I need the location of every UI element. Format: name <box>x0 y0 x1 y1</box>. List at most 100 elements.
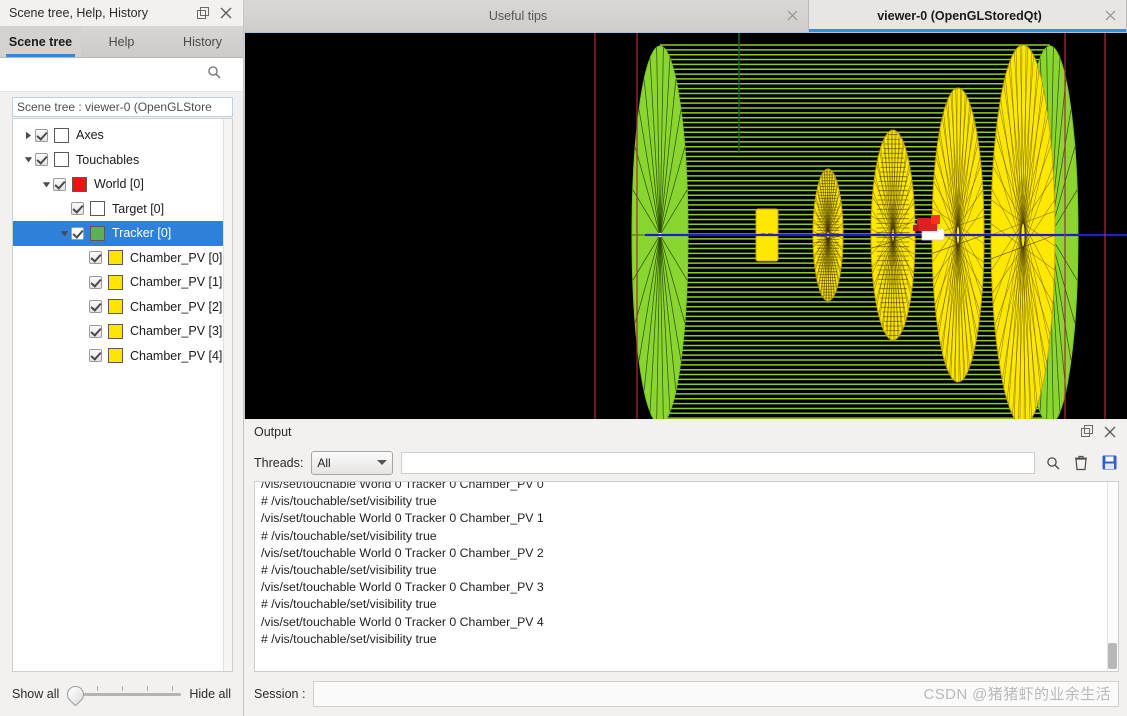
tree-node[interactable]: Axes <box>13 123 232 148</box>
visibility-checkbox[interactable] <box>35 153 48 167</box>
tab-help-label: Help <box>108 34 135 49</box>
search-icon[interactable] <box>207 65 221 84</box>
slider-ticks <box>97 686 174 691</box>
tree-node[interactable]: Target [0] <box>13 197 232 222</box>
visibility-checkbox[interactable] <box>89 275 102 289</box>
detector-geometry-render <box>594 33 1127 419</box>
output-log-line: # /vis/touchable/set/visibility true <box>261 563 437 578</box>
chevron-down-icon <box>377 460 388 465</box>
tree-node[interactable]: World [0] <box>13 172 232 197</box>
scene-tree-filter-value: Scene tree : viewer-0 (OpenGLStore <box>17 100 212 114</box>
chevron-down-icon[interactable] <box>57 221 71 245</box>
restore-window-icon[interactable] <box>1080 425 1094 439</box>
tree-node-label: Target [0] <box>112 201 165 216</box>
chevron-down-icon[interactable] <box>21 148 35 172</box>
tree-node[interactable]: Chamber_PV [0] <box>13 246 232 271</box>
tree-node[interactable]: Chamber_PV [4] <box>13 344 232 369</box>
threads-select-value: All <box>317 455 331 470</box>
output-log-line: /vis/set/touchable World 0 Tracker 0 Cha… <box>261 481 544 491</box>
tree-node[interactable]: Chamber_PV [3] <box>13 319 232 344</box>
visibility-checkbox[interactable] <box>71 202 84 216</box>
output-log-line: /vis/set/touchable World 0 Tracker 0 Cha… <box>261 614 544 629</box>
output-log-lines: /vis/set/touchable World 0 Tracker 0 Cha… <box>261 481 1118 648</box>
color-swatch[interactable] <box>72 176 87 192</box>
hide-all-label: Hide all <box>189 687 231 701</box>
search-icon[interactable] <box>1043 453 1063 473</box>
color-swatch[interactable] <box>90 201 105 217</box>
tab-viewer-0-label: viewer-0 (OpenGLStoredQt) <box>877 9 1042 23</box>
visibility-checkbox[interactable] <box>71 226 84 240</box>
output-log-line: # /vis/touchable/set/visibility true <box>261 631 437 646</box>
tree-node-label: Tracker [0] <box>112 226 172 241</box>
scene-tree-dock-buttons <box>196 6 237 20</box>
tree-node[interactable]: Chamber_PV [1] <box>13 270 232 295</box>
output-dock-titlebar: Output <box>244 419 1127 444</box>
tree-node-label: Touchables <box>76 152 140 167</box>
slider-handle[interactable] <box>63 681 88 707</box>
tab-viewer-0[interactable]: viewer-0 (OpenGLStoredQt) <box>809 0 1127 32</box>
output-toolbar: Threads: All <box>244 444 1127 481</box>
visibility-checkbox[interactable] <box>89 251 102 265</box>
slider-track-bar <box>75 692 182 696</box>
scene-tree-list: Axes Touchables World [0] Target [0] Tracker… <box>13 119 232 368</box>
output-filter-input[interactable] <box>401 451 1035 474</box>
restore-window-icon[interactable] <box>196 6 210 20</box>
output-dock: Output Threads: All /vis/set/touchable W… <box>244 419 1127 716</box>
tree-node[interactable]: Touchables <box>13 148 232 173</box>
close-icon[interactable] <box>787 10 799 22</box>
color-swatch[interactable] <box>108 348 123 364</box>
tree-node-label: Chamber_PV [1] <box>130 275 223 290</box>
tree-node-label: Chamber_PV [0] <box>130 250 223 265</box>
opengl-3d-viewport[interactable] <box>244 33 1127 419</box>
tree-node-label: Chamber_PV [2] <box>130 299 223 314</box>
tab-scene-tree[interactable]: Scene tree <box>0 26 81 57</box>
visibility-checkbox[interactable] <box>89 324 102 338</box>
output-log[interactable]: /vis/set/touchable World 0 Tracker 0 Cha… <box>254 481 1119 672</box>
scene-tree-filter-input[interactable]: Scene tree : viewer-0 (OpenGLStore <box>12 97 233 117</box>
output-log-scroll-thumb[interactable] <box>1108 643 1117 669</box>
scene-tree-search-row <box>0 58 243 92</box>
tab-help[interactable]: Help <box>81 26 162 57</box>
tab-history[interactable]: History <box>162 26 243 57</box>
tree-node[interactable]: Tracker [0] <box>13 221 232 246</box>
tab-useful-tips[interactable]: Useful tips <box>244 0 809 32</box>
chevron-right-icon[interactable] <box>21 123 35 147</box>
output-log-line: /vis/set/touchable World 0 Tracker 0 Cha… <box>261 511 544 526</box>
visibility-checkbox[interactable] <box>53 177 66 191</box>
visibility-slider[interactable] <box>63 681 182 707</box>
threads-select[interactable]: All <box>311 450 394 475</box>
close-icon[interactable] <box>219 6 233 20</box>
scene-tree-scrollbar[interactable] <box>223 119 232 671</box>
save-disk-icon[interactable] <box>1099 453 1119 473</box>
trash-icon[interactable] <box>1071 453 1091 473</box>
output-log-line: /vis/set/touchable World 0 Tracker 0 Cha… <box>261 545 544 560</box>
scene-tree-dock: Scene tree, Help, History Scene tree Hel… <box>0 0 244 716</box>
tab-useful-tips-label: Useful tips <box>488 9 548 23</box>
scene-tree-view[interactable]: Axes Touchables World [0] Target [0] Tracker… <box>12 118 233 672</box>
color-swatch[interactable] <box>90 225 105 241</box>
viewer-tabbar: Useful tips viewer-0 (OpenGLStoredQt) <box>244 0 1127 33</box>
color-swatch[interactable] <box>108 323 123 339</box>
tree-node-label: Chamber_PV [4] <box>130 348 223 363</box>
visibility-checkbox[interactable] <box>89 300 102 314</box>
tree-node[interactable]: Chamber_PV [2] <box>13 295 232 320</box>
session-input[interactable] <box>313 681 1119 707</box>
show-all-label: Show all <box>12 687 60 701</box>
color-swatch[interactable] <box>108 250 123 266</box>
visibility-slider-row: Show all Hide all <box>0 672 243 716</box>
close-icon[interactable] <box>1103 425 1117 439</box>
tab-history-label: History <box>183 34 222 49</box>
output-log-line: # /vis/touchable/set/visibility true <box>261 597 437 612</box>
close-icon[interactable] <box>1105 10 1117 22</box>
color-swatch[interactable] <box>54 152 69 168</box>
output-dock-buttons <box>1080 425 1121 439</box>
color-swatch[interactable] <box>108 274 123 290</box>
visibility-checkbox[interactable] <box>89 349 102 363</box>
session-label: Session : <box>254 687 306 701</box>
output-log-scrollbar[interactable] <box>1107 482 1118 671</box>
visibility-checkbox[interactable] <box>35 128 48 142</box>
color-swatch[interactable] <box>108 299 123 315</box>
color-swatch[interactable] <box>54 127 69 143</box>
tab-scene-tree-label: Scene tree <box>8 34 73 49</box>
chevron-down-icon[interactable] <box>39 172 53 196</box>
